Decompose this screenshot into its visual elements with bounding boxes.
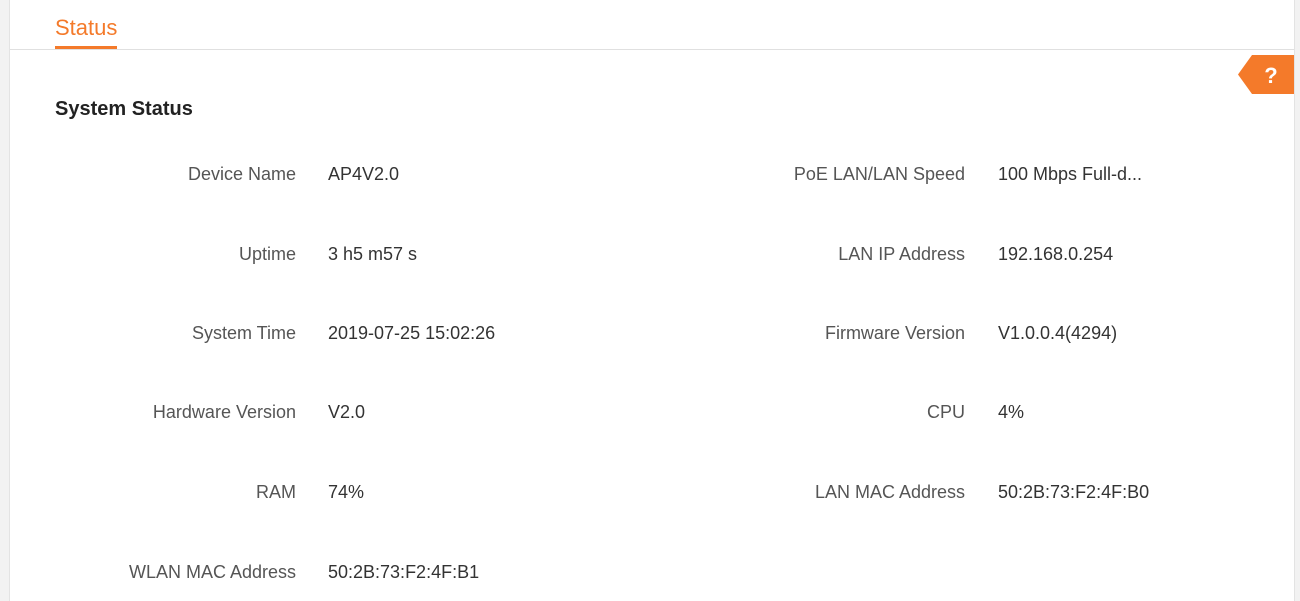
lan-speed-value: 100 Mbps Full-d... [998, 164, 1143, 184]
lan-mac-value: 50:2B:73:F2:4F:B0 [998, 482, 1150, 502]
hardware-version-label: Hardware Version [152, 402, 296, 422]
device-name-label: Device Name [187, 164, 296, 184]
help-icon: ? [1238, 55, 1294, 94]
wlan-mac-value: 50:2B:73:F2:4F:B1 [328, 562, 480, 582]
cpu-label: CPU [926, 402, 965, 422]
tab-bar: Status [10, 0, 1294, 50]
wlan-mac-label: WLAN MAC Address [128, 562, 296, 582]
help-button[interactable]: ? [1238, 55, 1294, 94]
device-name-value: AP4V2.0 [328, 164, 400, 184]
lan-speed-label: PoE LAN/LAN Speed [793, 164, 965, 184]
lan-mac-label: LAN MAC Address [814, 482, 965, 502]
ram-value: 74% [328, 482, 365, 502]
tab-status[interactable]: Status [55, 14, 118, 49]
uptime-label: Uptime [238, 244, 296, 264]
status-panel: Status ? System Status Device Name AP4V2… [9, 0, 1295, 601]
section-title: System Status [55, 98, 193, 120]
firmware-version-value: V1.0.0.4(4294) [998, 323, 1118, 343]
system-time-label: System Time [191, 323, 296, 343]
cpu-value: 4% [998, 402, 1025, 422]
lan-ip-value: 192.168.0.254 [998, 244, 1114, 264]
hardware-version-value: V2.0 [328, 402, 366, 422]
uptime-value: 3 h5 m57 s [328, 244, 418, 264]
help-symbol: ? [1264, 63, 1277, 88]
lan-ip-label: LAN IP Address [838, 244, 965, 264]
system-time-value: 2019-07-25 15:02:26 [328, 323, 496, 343]
ram-label: RAM [256, 482, 296, 502]
firmware-version-label: Firmware Version [824, 323, 965, 343]
